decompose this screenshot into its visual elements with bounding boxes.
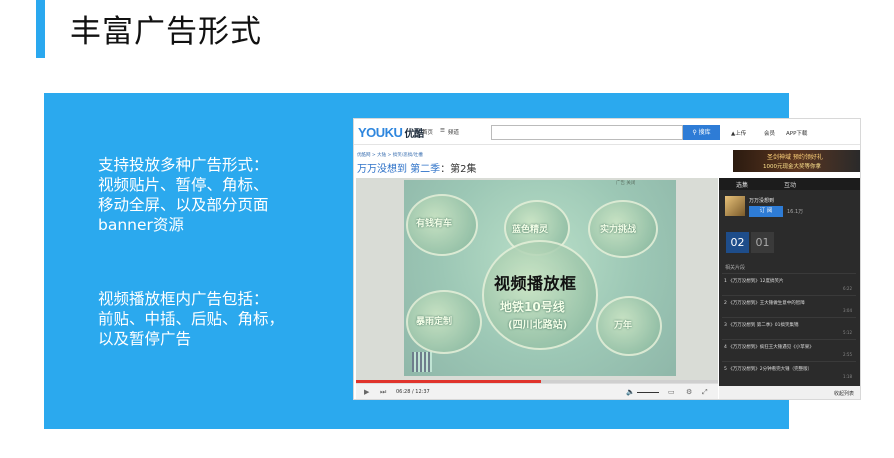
upload-link[interactable]: ▲上传 (731, 129, 746, 137)
video-player[interactable]: 有钱有车 蓝色精灵 实力挑战 暴雨定制 万年 地铁10号线 (四川北路站) 广告… (356, 178, 718, 399)
sidebar-footer[interactable]: 收起列表 (719, 386, 860, 399)
fullscreen-icon[interactable]: ⤢ (702, 388, 708, 396)
banner-ad-line1: 圣剑神域 预约领好礼 (767, 154, 823, 161)
video-title: 万万没想到 第二季：第2集 (357, 164, 477, 175)
ad-badge-label: 实力挑战 (600, 225, 637, 235)
play-icon[interactable]: ▶ (364, 388, 369, 396)
tab-select[interactable]: 选集 (736, 180, 748, 189)
subscribe-button[interactable]: 订 阅 (749, 206, 783, 217)
ad-badge-label: 暴雨定制 (416, 317, 453, 327)
in-player-ads-description: 视频播放框内广告包括： 前贴、中插、后贴、角标， 以及暂停广告 (98, 290, 285, 348)
ad-badge-center (482, 240, 598, 350)
next-icon[interactable]: ⏭ (380, 388, 386, 396)
list-item[interactable]: 4 《万万没想到》疯狂王大锤遇见《小苹果》 2:55 (722, 339, 856, 360)
channel-name[interactable]: 万万没想到 (749, 197, 774, 204)
volume-slider[interactable] (637, 392, 659, 393)
member-link[interactable]: 会员 (764, 129, 775, 137)
sidebar-tabs: 选集 互动 (719, 178, 860, 190)
nav-channel[interactable]: 频道 (448, 128, 459, 136)
video-site-screenshot: YOUKU 优酷 首页 ☰ 频道 ⚲ 搜库 ▲上传 会员 APP下载 优酷网 > … (353, 118, 861, 400)
search-input[interactable] (491, 125, 683, 140)
quality-icon[interactable]: ▭ (668, 388, 675, 396)
ad-formats-description: 支持投放多种广告形式： 视频贴片、暂停、角标、 移动全屏、以及部分页面 bann… (98, 156, 269, 234)
breadcrumb[interactable]: 优酷网 > 大陆 > 搞笑/恶搞/吐槽 (357, 152, 423, 158)
page-title: 丰富广告形式 (70, 14, 262, 50)
volume-icon[interactable]: 🔈 (626, 388, 635, 396)
search-button[interactable]: ⚲ 搜库 (683, 125, 720, 140)
youku-logo[interactable]: YOUKU 优酷 (358, 125, 424, 140)
ad-badge-label: 万年 (614, 321, 633, 331)
ad-badge-label: 蓝色精灵 (512, 225, 549, 235)
title-accent-bar (36, 0, 45, 58)
menu-icon[interactable]: ☰ (440, 128, 445, 134)
episode-button[interactable]: 02 (726, 232, 749, 253)
player-label: 视频播放框 (494, 274, 577, 293)
nav-home[interactable]: 首页 (422, 128, 433, 136)
ad-badge-label: 有钱有车 (416, 219, 453, 229)
list-item[interactable]: 3 《万万没想到 第二季》01搞笑集锦 5:12 (722, 317, 856, 338)
settings-icon[interactable]: ⚙ (686, 388, 692, 396)
site-header: YOUKU 优酷 首页 ☰ 频道 ⚲ 搜库 ▲上传 会员 APP下载 (354, 119, 860, 145)
sidebar: 选集 互动 万万没想到 订 阅 16.1万 02 01 相关片段 1 《万万没想… (719, 178, 860, 399)
ad-top-strip[interactable]: 广告 关闭 (616, 180, 716, 188)
app-download-link[interactable]: APP下载 (786, 129, 807, 137)
player-controls: ▶ ⏭ 06:28 / 12:37 🔈 ▭ ⚙ ⤢ (356, 383, 718, 399)
tab-interact[interactable]: 互动 (784, 180, 796, 189)
avatar[interactable] (725, 196, 745, 216)
channel-info: 万万没想到 订 阅 16.1万 (725, 196, 855, 222)
qr-code-icon (412, 352, 432, 372)
banner-ad-line2: 1000元现金大奖等你拿 (763, 164, 821, 170)
time-display: 06:28 / 12:37 (396, 389, 430, 395)
subscriber-count: 16.1万 (787, 209, 804, 215)
episode-button[interactable]: 01 (751, 232, 774, 253)
related-clips-heading: 相关片段 (725, 265, 746, 271)
list-item[interactable]: 1 《万万没想到》12度搞笑片 6:22 (722, 273, 856, 294)
banner-ad[interactable]: 圣剑神域 预约领好礼 1000元现金大奖等你拿 (733, 150, 860, 172)
ad-badge-center-sub: (四川北路站) (508, 320, 568, 331)
list-item[interactable]: 2 《万万没想到》王大锤做生意中的智障 3:04 (722, 295, 856, 316)
list-item[interactable]: 5 《万万没想到》2分钟看完大锤（完整版） 1:18 (722, 361, 856, 382)
ad-badge-center-label: 地铁10号线 (500, 300, 565, 314)
